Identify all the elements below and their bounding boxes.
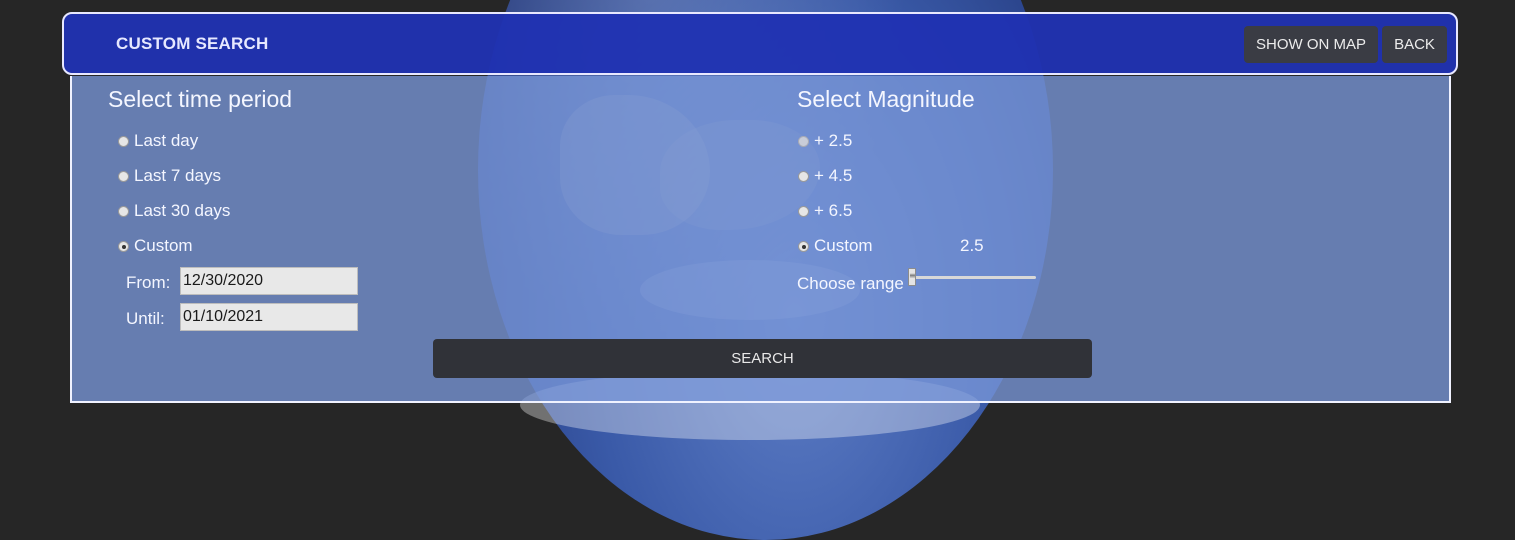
from-date-input[interactable]: 12/30/2020 bbox=[180, 267, 358, 295]
time-period-heading: Select time period bbox=[108, 86, 293, 112]
radio-button-icon[interactable] bbox=[118, 171, 129, 182]
time-option-label: Custom bbox=[134, 236, 193, 255]
from-label: From: bbox=[126, 273, 171, 292]
time-option-label: Last 30 days bbox=[134, 201, 231, 220]
choose-range-label: Choose range bbox=[797, 274, 904, 293]
radio-button-icon[interactable] bbox=[798, 171, 809, 182]
until-date-input[interactable]: 01/10/2021 bbox=[180, 303, 358, 331]
back-button[interactable]: BACK bbox=[1382, 26, 1447, 63]
radio-button-icon[interactable] bbox=[798, 136, 809, 147]
radio-button-icon[interactable] bbox=[118, 206, 129, 217]
time-option-label: Last 7 days bbox=[134, 166, 221, 185]
search-form-panel: Select time period Last day Last 7 days … bbox=[70, 76, 1451, 403]
page-title: CUSTOM SEARCH bbox=[116, 34, 269, 53]
time-option-label: Last day bbox=[134, 131, 199, 150]
magnitude-option-label: + 4.5 bbox=[814, 166, 853, 185]
radio-button-checked-icon[interactable] bbox=[118, 241, 129, 252]
magnitude-value-readout: 2.5 bbox=[960, 236, 984, 255]
radio-button-checked-icon[interactable] bbox=[798, 241, 809, 252]
magnitude-option-label: + 2.5 bbox=[814, 131, 853, 150]
magnitude-slider-track[interactable] bbox=[914, 276, 1036, 279]
search-header-bar: CUSTOM SEARCH SHOW ON MAP BACK bbox=[62, 12, 1458, 75]
magnitude-heading: Select Magnitude bbox=[797, 86, 975, 112]
show-on-map-button[interactable]: SHOW ON MAP bbox=[1244, 26, 1378, 63]
magnitude-slider-handle[interactable]: ≡ bbox=[908, 268, 916, 286]
magnitude-option-label: + 6.5 bbox=[814, 201, 853, 220]
until-label: Until: bbox=[126, 309, 165, 328]
radio-button-icon[interactable] bbox=[118, 136, 129, 147]
magnitude-option-label: Custom bbox=[814, 236, 873, 255]
radio-button-icon[interactable] bbox=[798, 206, 809, 217]
search-button[interactable]: SEARCH bbox=[433, 339, 1092, 378]
